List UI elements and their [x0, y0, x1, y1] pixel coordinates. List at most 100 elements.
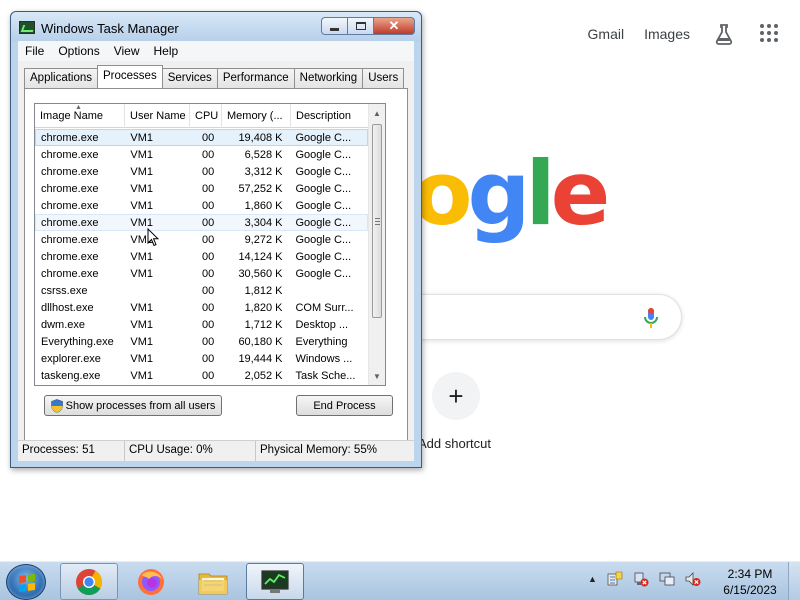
scroll-down-icon[interactable]: ▼ — [369, 368, 385, 385]
menu-file[interactable]: File — [18, 44, 51, 58]
process-mem-cell: 1,812 K — [244, 285, 283, 297]
process-row[interactable]: dwm.exe VM1 00 1,712 K Desktop ... — [35, 316, 368, 333]
process-name-cell: chrome.exe — [41, 234, 99, 246]
column-cpu[interactable]: CPU — [190, 104, 222, 128]
process-list[interactable]: ▲ Image Name User Name CPU Memory (... D… — [34, 103, 386, 386]
process-name-cell: Everything.exe — [41, 336, 114, 348]
tab-processes[interactable]: Processes — [97, 65, 163, 88]
status-bar: Processes: 51 CPU Usage: 0% Physical Mem… — [18, 440, 414, 461]
tab-performance[interactable]: Performance — [216, 68, 295, 88]
process-row[interactable]: csrss.exe 00 1,812 K — [35, 282, 368, 299]
process-desc-cell: Windows ... — [295, 353, 353, 365]
show-desktop-button[interactable] — [788, 562, 800, 600]
column-image-name[interactable]: ▲ Image Name — [35, 104, 125, 128]
process-user-cell: VM1 — [130, 319, 154, 331]
display-icon[interactable] — [659, 571, 675, 587]
menu-help[interactable]: Help — [147, 44, 186, 58]
process-row[interactable]: dllhost.exe VM1 00 1,820 K COM Surr... — [35, 299, 368, 316]
volume-muted-icon[interactable] — [685, 571, 701, 587]
process-row[interactable]: taskeng.exe VM1 00 2,052 K Task Sche... — [35, 367, 368, 384]
add-shortcut-button[interactable]: + — [432, 372, 480, 420]
process-row[interactable]: chrome.exe VM1 00 57,252 K Google C... — [35, 180, 368, 197]
maximize-button[interactable] — [347, 17, 373, 35]
scroll-up-icon[interactable]: ▲ — [369, 105, 385, 122]
process-user-cell: VM1 — [130, 336, 154, 348]
process-name-cell: dllhost.exe — [41, 302, 94, 314]
process-row[interactable]: Everything.exe VM1 00 60,180 K Everything — [35, 333, 368, 350]
process-desc-cell: Google C... — [295, 268, 352, 280]
flask-icon[interactable] — [712, 22, 736, 46]
process-name-cell: dwm.exe — [41, 319, 86, 331]
taskmgr-taskbar-button[interactable] — [246, 563, 304, 600]
process-row[interactable]: chrome.exe VM1 00 3,312 K Google C... — [35, 163, 368, 180]
tab-strip: Applications Processes Services Performa… — [24, 65, 405, 88]
process-desc-cell: COM Surr... — [295, 302, 354, 314]
taskbar: ▲ 2:34 PM 6/15/2023 — [0, 561, 800, 600]
google-search-box[interactable] — [412, 294, 682, 340]
menu-options[interactable]: Options — [51, 44, 106, 58]
show-all-processes-button[interactable]: Show processes from all users — [44, 395, 222, 416]
plus-icon: + — [448, 380, 464, 411]
tab-services[interactable]: Services — [161, 68, 218, 88]
end-process-button[interactable]: End Process — [296, 395, 393, 416]
process-mem-cell: 1,820 K — [244, 302, 283, 314]
tab-networking[interactable]: Networking — [293, 68, 364, 88]
process-name-cell: chrome.exe — [41, 251, 99, 263]
process-row[interactable]: chrome.exe VM1 00 14,124 K Google C... — [35, 248, 368, 265]
process-row[interactable]: explorer.exe VM1 00 19,444 K Windows ... — [35, 350, 368, 367]
column-user-name[interactable]: User Name — [125, 104, 190, 128]
grip-icon — [375, 218, 380, 225]
process-desc-cell — [290, 283, 367, 298]
process-desc-cell: Google C... — [295, 132, 352, 144]
menu-view[interactable]: View — [107, 44, 147, 58]
process-row[interactable]: chrome.exe VM1 00 19,408 K Google C... — [35, 129, 368, 146]
process-user-cell: VM1 — [130, 251, 154, 263]
process-cpu-cell: 00 — [202, 200, 215, 212]
process-mem-cell: 30,560 K — [238, 268, 283, 280]
title-bar[interactable]: Windows Task Manager ✕ — [11, 12, 421, 42]
close-button[interactable]: ✕ — [373, 17, 415, 35]
process-rows: chrome.exe VM1 00 19,408 K Google C... chrome… — [35, 129, 368, 384]
gmail-link[interactable]: Gmail — [588, 26, 625, 42]
column-description[interactable]: Description — [291, 104, 368, 128]
google-logo: ogle — [412, 150, 610, 238]
show-hidden-icons-icon[interactable]: ▲ — [588, 574, 597, 584]
process-name-cell: taskeng.exe — [41, 370, 101, 382]
images-link[interactable]: Images — [644, 26, 690, 42]
task-manager-icon — [19, 21, 35, 34]
process-cpu-cell: 00 — [202, 217, 215, 229]
vertical-scrollbar[interactable]: ▲ ▼ — [368, 104, 385, 385]
minimize-icon — [330, 27, 339, 31]
microphone-icon[interactable] — [643, 307, 659, 329]
process-row[interactable]: chrome.exe VM1 00 6,528 K Google C... — [35, 146, 368, 163]
clock-date: 6/15/2023 — [723, 583, 777, 597]
apps-grid-icon[interactable] — [760, 24, 780, 44]
process-cpu-cell: 00 — [202, 302, 215, 314]
maximize-icon — [355, 22, 366, 30]
process-user-cell: VM1 — [130, 302, 154, 314]
process-row[interactable]: chrome.exe VM1 00 30,560 K Google C... — [35, 265, 368, 282]
mouse-cursor-icon — [147, 228, 159, 247]
process-mem-cell: 1,860 K — [244, 200, 283, 212]
tab-users[interactable]: Users — [362, 68, 405, 88]
close-icon: ✕ — [388, 18, 400, 33]
network-error-icon[interactable] — [633, 571, 649, 587]
process-mem-cell: 9,272 K — [244, 234, 283, 246]
process-row[interactable]: chrome.exe VM1 00 1,860 K Google C... — [35, 197, 368, 214]
start-button[interactable] — [6, 564, 46, 600]
tab-applications[interactable]: Applications — [24, 68, 99, 88]
firefox-taskbar-button[interactable] — [122, 563, 180, 600]
chrome-taskbar-button[interactable] — [60, 563, 118, 600]
system-tray: ▲ — [588, 571, 711, 587]
column-memory[interactable]: Memory (... — [222, 104, 291, 128]
task-manager-window: Windows Task Manager ✕ File Options View… — [10, 11, 422, 468]
minimize-button[interactable] — [321, 17, 347, 35]
action-center-icon[interactable] — [607, 571, 623, 587]
process-row[interactable]: chrome.exe VM1 00 3,304 K Google C... — [35, 214, 368, 231]
scrollbar-thumb[interactable] — [372, 124, 382, 318]
explorer-taskbar-button[interactable] — [184, 563, 242, 600]
process-cpu-cell: 00 — [202, 183, 215, 195]
process-desc-cell: Google C... — [295, 217, 352, 229]
process-row[interactable]: chrome.exe VM1 00 9,272 K Google C... — [35, 231, 368, 248]
system-clock[interactable]: 2:34 PM 6/15/2023 — [716, 566, 784, 598]
